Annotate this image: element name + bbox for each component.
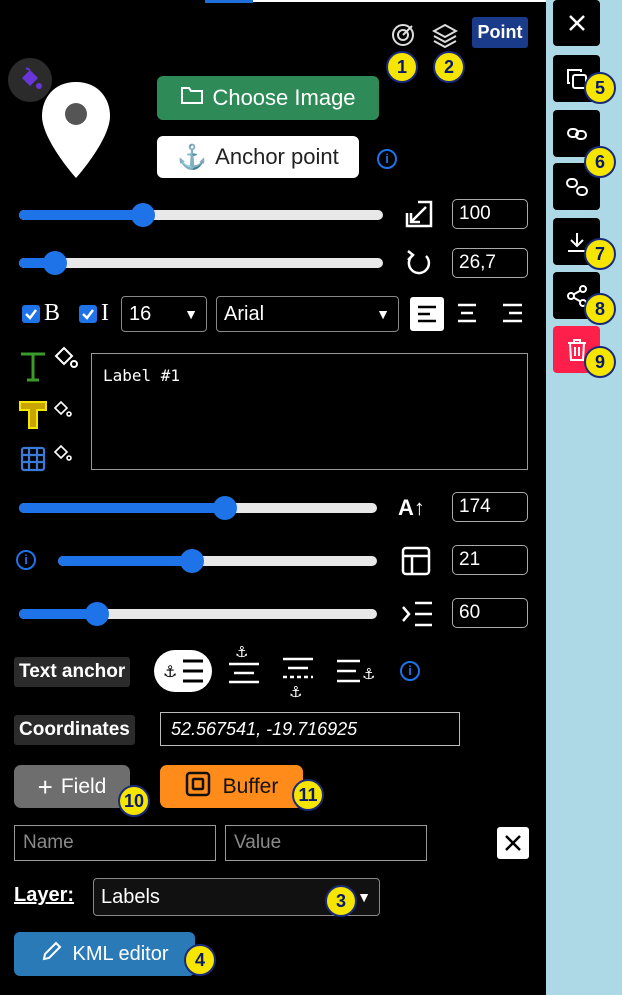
label-text-area[interactable]: Label #1 <box>91 353 528 470</box>
text-size-icon: A↑ <box>398 495 425 520</box>
italic-label: I <box>101 300 109 326</box>
text-color-icon[interactable] <box>18 350 48 384</box>
svg-text:⚓: ⚓ <box>163 662 177 681</box>
bold-checkbox[interactable] <box>22 305 40 323</box>
annotation-badge-10: 10 <box>118 785 150 817</box>
size-slider[interactable] <box>19 203 383 227</box>
anchor-info-icon[interactable]: i <box>377 149 397 169</box>
kml-editor-label: KML editor <box>72 942 169 965</box>
font-height-value[interactable]: 174 <box>452 492 528 522</box>
buffer-label: Buffer <box>222 774 279 798</box>
anchor-icon: ⚓ <box>177 143 208 171</box>
anchor-point-label: Anchor point <box>215 144 339 169</box>
add-field-button[interactable]: + Field <box>14 765 130 808</box>
text-fill-bucket-icon[interactable] <box>52 344 80 370</box>
svg-text:⚓: ⚓ <box>362 665 375 683</box>
coordinates-field[interactable]: 52.567541, -19.716925 <box>160 712 460 746</box>
chevron-down-icon: ▼ <box>357 889 371 905</box>
choose-image-label: Choose Image <box>212 85 356 110</box>
choose-image-button[interactable]: Choose Image <box>157 76 379 120</box>
resize-icon <box>404 199 434 229</box>
annotation-badge-1: 1 <box>386 51 418 83</box>
field-value-input[interactable]: Value <box>225 825 427 861</box>
clear-field-button[interactable] <box>497 827 529 859</box>
anchor-left-option[interactable]: ⚓ <box>154 650 212 692</box>
chevron-down-icon: ▼ <box>376 306 390 322</box>
annotation-badge-9: 9 <box>584 346 616 378</box>
annotation-badge-7: 7 <box>584 238 616 270</box>
text-anchor-label: Text anchor <box>14 657 131 687</box>
target-icon[interactable] <box>390 22 416 48</box>
align-right-button[interactable] <box>500 302 526 326</box>
background-grid-icon[interactable] <box>20 446 46 472</box>
svg-text:⚓: ⚓ <box>235 643 248 661</box>
point-type-badge: Point <box>472 17 528 48</box>
annotation-badge-5: 5 <box>584 72 616 104</box>
table-layout-icon <box>400 545 432 577</box>
box-value[interactable]: 21 <box>452 545 528 575</box>
annotation-badge-8: 8 <box>584 293 616 325</box>
buffer-button[interactable]: Buffer <box>160 765 303 808</box>
indent-value[interactable]: 60 <box>452 598 528 628</box>
box-slider[interactable] <box>58 549 377 573</box>
annotation-badge-6: 6 <box>584 146 616 178</box>
rotation-value[interactable]: 26,7 <box>452 248 528 278</box>
size-value[interactable]: 100 <box>452 199 528 229</box>
anchor-point-button[interactable]: ⚓ Anchor point <box>157 136 359 178</box>
text-anchor-info-icon[interactable]: i <box>400 661 420 681</box>
layers-icon[interactable] <box>431 22 459 49</box>
background-fill-bucket-icon[interactable] <box>52 444 72 462</box>
coordinates-label: Coordinates <box>14 715 135 745</box>
layer-value: Labels <box>101 885 160 908</box>
anchor-bottom-option[interactable]: ⚓ <box>280 655 316 703</box>
annotation-badge-4: 4 <box>184 944 216 976</box>
marker-pin-icon[interactable] <box>36 80 116 180</box>
chevron-down-icon: ▼ <box>184 306 198 322</box>
rotate-icon <box>404 248 434 278</box>
font-family-value: Arial <box>224 302 265 325</box>
align-center-button[interactable] <box>455 302 481 326</box>
field-name-input[interactable]: Name <box>14 825 216 861</box>
font-height-slider[interactable] <box>19 496 377 520</box>
outline-fill-bucket-icon[interactable] <box>52 400 72 418</box>
font-size-value: 16 <box>129 302 152 325</box>
text-outline-color-icon[interactable] <box>18 400 48 430</box>
svg-text:⚓: ⚓ <box>289 683 302 701</box>
italic-checkbox[interactable] <box>79 305 97 323</box>
buffer-icon <box>185 771 211 803</box>
indent-slider[interactable] <box>19 602 377 626</box>
folder-icon <box>180 84 204 112</box>
rotation-slider[interactable] <box>19 251 383 275</box>
font-size-select[interactable]: 16 ▼ <box>121 296 207 332</box>
anchor-right-option[interactable]: ⚓ <box>334 656 384 688</box>
anchor-top-option[interactable]: ⚓ <box>226 642 262 690</box>
annotation-badge-3: 3 <box>325 885 357 917</box>
add-field-label: Field <box>60 774 107 798</box>
bold-label: B <box>44 300 61 326</box>
align-left-button[interactable] <box>410 297 444 331</box>
indent-icon <box>400 599 434 629</box>
font-family-select[interactable]: Arial ▼ <box>216 296 399 332</box>
annotation-badge-11: 11 <box>292 779 324 811</box>
annotation-badge-2: 2 <box>433 51 465 83</box>
close-button[interactable] <box>553 0 600 46</box>
tab-indicator <box>205 0 253 3</box>
box-info-icon[interactable]: i <box>16 550 36 570</box>
kml-editor-button[interactable]: KML editor <box>14 932 195 976</box>
layer-label: Layer: <box>14 884 75 906</box>
top-border <box>253 0 546 2</box>
plus-icon: + <box>37 771 53 802</box>
pencil-icon <box>41 940 63 968</box>
